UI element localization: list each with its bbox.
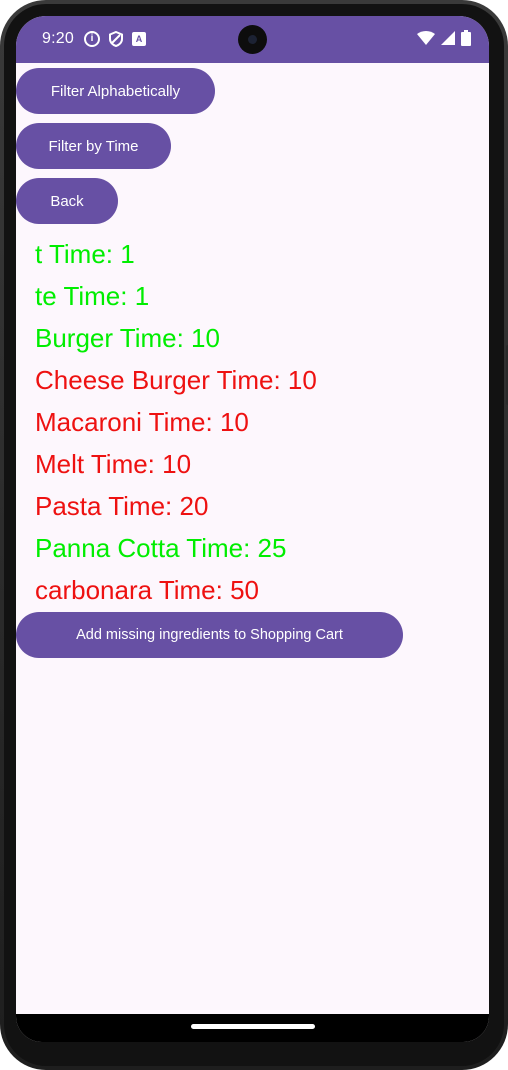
cell-signal-icon bbox=[441, 31, 455, 45]
navigation-bar bbox=[16, 1014, 489, 1042]
phone-frame: 9:20 i A Filter Alphabetically Filter by… bbox=[0, 0, 508, 1070]
recipe-list: t Time: 1 te Time: 1 Burger Time: 10 Cheese… bbox=[35, 233, 317, 611]
screen: 9:20 i A Filter Alphabetically Filter by… bbox=[16, 16, 489, 1042]
recipe-list-item[interactable]: t Time: 1 bbox=[35, 233, 317, 275]
recipe-list-item[interactable]: Melt Time: 10 bbox=[35, 443, 317, 485]
recipe-list-item[interactable]: Panna Cotta Time: 25 bbox=[35, 527, 317, 569]
recipe-list-item[interactable]: Pasta Time: 20 bbox=[35, 485, 317, 527]
recipe-list-item[interactable]: carbonara Time: 50 bbox=[35, 569, 317, 611]
shield-icon bbox=[109, 31, 123, 47]
recipe-list-item[interactable]: Cheese Burger Time: 10 bbox=[35, 359, 317, 401]
filter-alphabetically-button[interactable]: Filter Alphabetically bbox=[16, 68, 215, 114]
recipe-list-item[interactable]: te Time: 1 bbox=[35, 275, 317, 317]
battery-icon bbox=[461, 30, 471, 46]
app-content: Filter Alphabetically Filter by Time Bac… bbox=[16, 63, 489, 1014]
status-icons-right bbox=[417, 30, 471, 46]
font-a-icon: A bbox=[132, 32, 146, 46]
recipe-list-item[interactable]: Burger Time: 10 bbox=[35, 317, 317, 359]
status-time: 9:20 bbox=[42, 30, 74, 47]
status-icons-left: i A bbox=[84, 31, 146, 47]
wifi-icon bbox=[417, 31, 435, 45]
back-button[interactable]: Back bbox=[16, 178, 118, 224]
add-to-shopping-cart-button[interactable]: Add missing ingredients to Shopping Cart bbox=[16, 612, 403, 658]
recipe-list-item[interactable]: Macaroni Time: 10 bbox=[35, 401, 317, 443]
info-icon: i bbox=[84, 31, 100, 47]
status-bar: 9:20 i A bbox=[16, 16, 489, 63]
home-gesture-handle[interactable] bbox=[191, 1024, 315, 1029]
front-camera bbox=[238, 25, 267, 54]
filter-by-time-button[interactable]: Filter by Time bbox=[16, 123, 171, 169]
